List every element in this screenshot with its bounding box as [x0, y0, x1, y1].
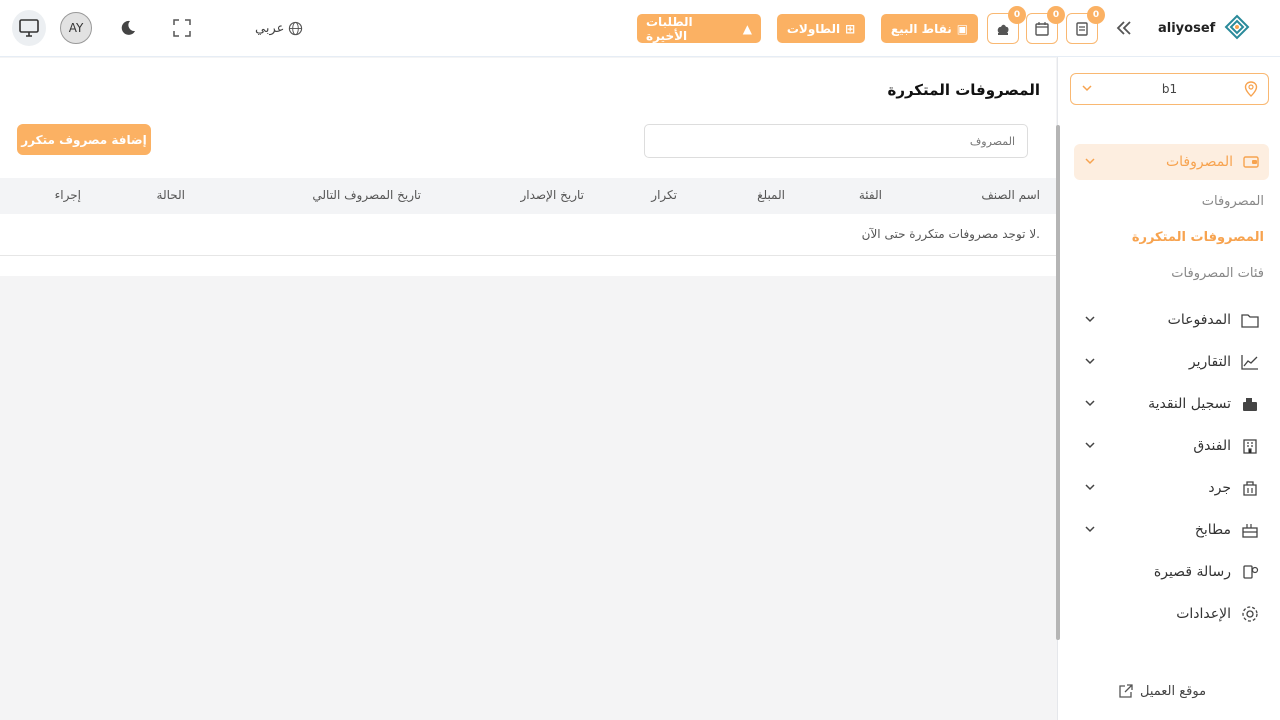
- globe-icon: [289, 21, 303, 35]
- table-header: اسم الصنف الفئة المبلغ تكرار تاريخ الإصد…: [0, 178, 1056, 214]
- recent-orders-label: الطلبات الأخيرة: [646, 14, 693, 43]
- kitchen-orders-button[interactable]: 0: [987, 6, 1026, 44]
- recent-orders-button[interactable]: الطلبات الأخيرة ▲: [637, 14, 761, 43]
- sidebar-item-inventory[interactable]: جرد: [1074, 470, 1269, 506]
- sidebar-subitem-expense-categories[interactable]: فئات المصروفات: [1171, 266, 1264, 286]
- sidebar-item-label: المصروفات: [1165, 154, 1233, 170]
- language-label: عربي: [255, 20, 285, 36]
- empty-message: لا توجد مصروفات متكررة حتى الآن.: [861, 227, 1040, 241]
- column-frequency: تكرار: [651, 188, 677, 202]
- sidebar-item-reports[interactable]: التقارير: [1074, 344, 1269, 380]
- chevron-down-icon: [1085, 158, 1095, 165]
- pos-button[interactable]: نقاط البيع ▣: [881, 14, 978, 43]
- chevron-down-icon: [1085, 442, 1095, 449]
- tables-button[interactable]: الطاولات ⊞: [777, 14, 865, 43]
- sidebar-item-label: الفندق: [1193, 438, 1231, 454]
- add-recurring-expense-button[interactable]: إضافة مصروف متكرر: [17, 124, 151, 155]
- reservations-badge: 0: [1047, 6, 1065, 24]
- pos-icon: ▣: [956, 21, 969, 36]
- receipt-icon: [1076, 21, 1088, 36]
- chevron-down-icon: [1085, 358, 1095, 365]
- sidebar-item-cash-register[interactable]: تسجيل النقدية: [1074, 386, 1269, 422]
- monitor-icon[interactable]: [12, 10, 46, 46]
- branch-select[interactable]: b1: [1070, 73, 1269, 105]
- pos-orders-button[interactable]: 0: [1066, 6, 1105, 44]
- sidebar-item-hotel[interactable]: الفندق: [1074, 428, 1269, 464]
- sidebar-item-label: المدفوعات: [1167, 312, 1231, 328]
- column-status: الحالة: [156, 188, 185, 202]
- sidebar-item-label: رسالة قصيرة: [1153, 564, 1231, 580]
- sidebar-item-label: التقارير: [1188, 354, 1231, 370]
- chevron-down-icon: [1082, 85, 1092, 92]
- main-panel: المصروفات المتكررة إضافة مصروف متكرر اسم…: [0, 58, 1056, 276]
- column-amount: المبلغ: [757, 188, 785, 202]
- sidebar-item-clipped: [1074, 114, 1269, 128]
- column-issue-date: تاريخ الإصدار: [520, 188, 585, 202]
- sidebar-item-sms[interactable]: رسالة قصيرة: [1074, 554, 1269, 590]
- client-site-label: موقع العميل: [1140, 683, 1207, 699]
- gear-icon: [1242, 606, 1258, 622]
- chef-hat-icon: [997, 24, 1009, 35]
- column-item-name: اسم الصنف: [981, 188, 1040, 202]
- external-link-icon: [1119, 684, 1133, 698]
- hotel-icon: [1243, 439, 1257, 454]
- table-icon: ⊞: [845, 21, 856, 36]
- chevron-down-icon: [1085, 484, 1095, 491]
- language-switcher[interactable]: عربي: [255, 18, 303, 38]
- tables-button-label: الطاولات: [786, 21, 841, 36]
- top-header: aliyosef 0 0 0 نقاط البيع ▣ الطاولات ⊞ ا…: [0, 0, 1280, 57]
- sidebar-item-expenses[interactable]: المصروفات: [1074, 144, 1269, 180]
- column-next-expense-date: تاريخ المصروف التالي: [312, 188, 421, 202]
- search-input[interactable]: [644, 124, 1028, 158]
- pos-orders-badge: 0: [1087, 6, 1105, 24]
- sidebar-item-label: الإعدادات: [1176, 606, 1231, 622]
- page-title: المصروفات المتكررة: [887, 81, 1040, 99]
- wallet-icon: [1243, 156, 1259, 168]
- reservations-button[interactable]: 0: [1026, 6, 1065, 44]
- brand-name: aliyosef: [1158, 20, 1216, 36]
- client-site-link[interactable]: موقع العميل: [1118, 683, 1206, 699]
- kitchen-icon: [1242, 524, 1258, 538]
- chevron-down-icon: [1085, 400, 1095, 407]
- sidebar-subitem-recurring-expenses[interactable]: المصروفات المتكررة: [1132, 230, 1264, 250]
- scrollbar[interactable]: [1056, 125, 1060, 640]
- inventory-icon: [1243, 481, 1257, 496]
- column-category: الفئة: [858, 188, 882, 202]
- table-row: لا توجد مصروفات متكررة حتى الآن.: [0, 214, 1056, 256]
- sidebar-item-label: مطابخ: [1194, 522, 1231, 538]
- sms-icon: [1243, 565, 1259, 579]
- wallet-icon: [1241, 314, 1259, 328]
- calendar-icon: [1035, 21, 1049, 36]
- bell-icon: ▲: [742, 21, 752, 36]
- sidebar-item-payments[interactable]: المدفوعات: [1074, 302, 1269, 338]
- brand-logo-icon[interactable]: [1222, 12, 1252, 42]
- dark-mode-icon[interactable]: [116, 16, 140, 40]
- chevron-down-icon: [1085, 526, 1095, 533]
- chart-icon: [1241, 355, 1258, 370]
- chevron-down-icon: [1085, 316, 1095, 323]
- sidebar-item-settings[interactable]: الإعدادات: [1074, 596, 1269, 632]
- sidebar-item-label: تسجيل النقدية: [1148, 396, 1231, 412]
- avatar[interactable]: AY: [60, 12, 92, 44]
- kitchen-orders-badge: 0: [1008, 6, 1026, 24]
- column-action: إجراء: [54, 188, 81, 202]
- sidebar-item-kitchens[interactable]: مطابخ: [1074, 512, 1269, 548]
- fullscreen-icon[interactable]: [170, 16, 194, 40]
- cash-register-icon: [1243, 398, 1257, 411]
- sidebar: b1 المصروفات المصروفات المصروفات المتكرر…: [1057, 57, 1280, 720]
- branch-value: b1: [1161, 82, 1178, 96]
- sidebar-item-label: جرد: [1208, 480, 1231, 496]
- location-pin-icon: [1244, 81, 1258, 97]
- pos-button-label: نقاط البيع: [890, 21, 952, 36]
- sidebar-subitem-expenses[interactable]: المصروفات: [1202, 194, 1264, 214]
- collapse-sidebar-icon[interactable]: [1110, 14, 1138, 42]
